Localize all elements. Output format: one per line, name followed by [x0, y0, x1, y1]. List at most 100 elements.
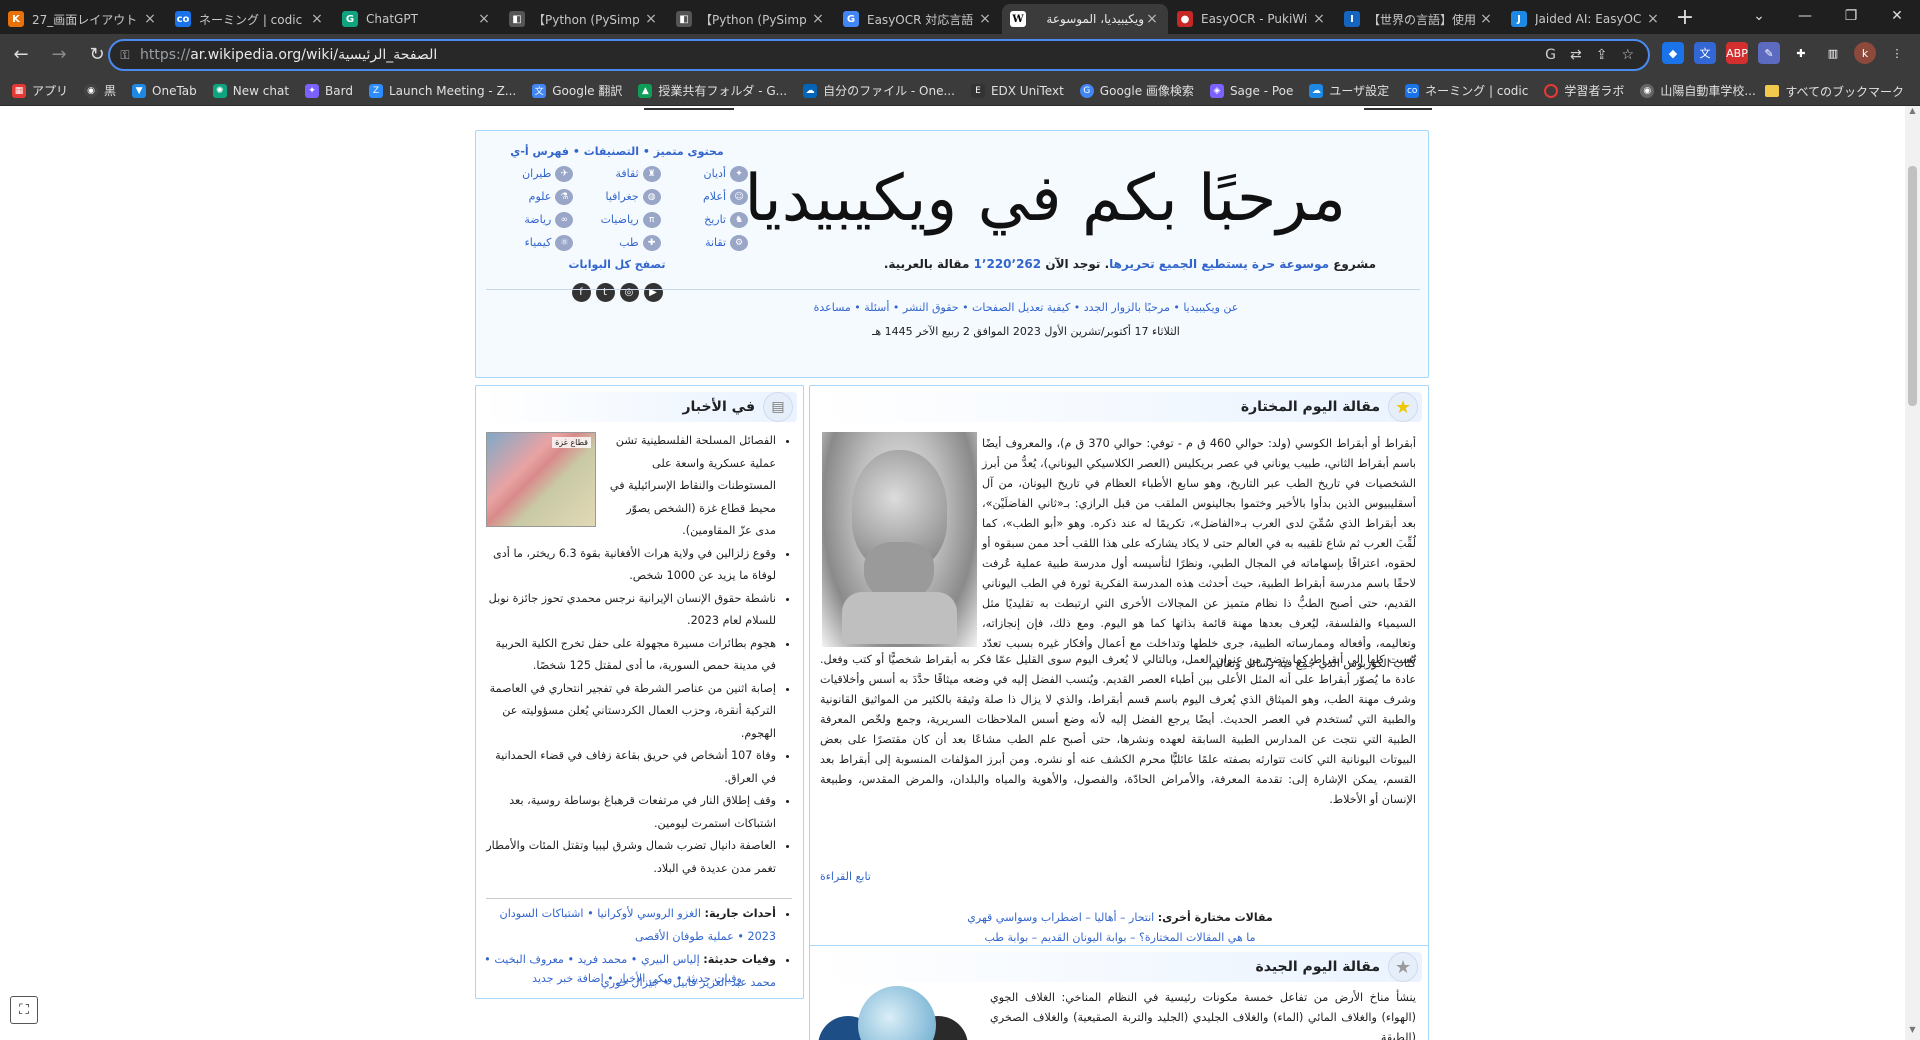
portal-link[interactable]: π رياضيات: [573, 210, 661, 229]
browser-tab[interactable]: K 27_画面レイアウト ×: [0, 4, 166, 34]
extensions-puzzle-icon[interactable]: ✚: [1790, 42, 1812, 64]
bookmark-item[interactable]: E EDX UniText: [970, 83, 1064, 98]
bookmark-item[interactable]: ◉ 黒: [84, 82, 116, 99]
news-item[interactable]: وقوع زلزالين في ولاية هرات الأفغانية بقو…: [484, 543, 776, 588]
adblock-icon[interactable]: ABP: [1726, 42, 1748, 64]
bookmark-item[interactable]: co ネーミング | codic: [1405, 82, 1528, 99]
browser-tab[interactable]: G ChatGPT ×: [334, 4, 500, 34]
url-text[interactable]: https://ar.wikipedia.org/wiki/الصفحة_الر…: [140, 47, 1545, 63]
read-more-link[interactable]: تابع القراءة: [820, 870, 1416, 883]
portal-top-links[interactable]: محتوى متميز • التصنيفات • فهرس أ-ي: [486, 145, 748, 158]
bookmark-item[interactable]: ✺ New chat: [212, 83, 289, 98]
portal-link[interactable]: ◍ جغرافيا: [573, 187, 661, 206]
site-info-icon[interactable]: ⚿: [110, 48, 140, 63]
twitter-icon[interactable]: t: [595, 283, 615, 302]
bookmark-item[interactable]: ✦ Bard: [305, 83, 353, 98]
google-lens-icon[interactable]: G: [1545, 47, 1556, 63]
featured-portal-links[interactable]: ما هي المقالات المختارة؟ – بوابة اليونان…: [984, 931, 1255, 944]
news-item[interactable]: وفاة 107 أشخاص في حريق بقاعة زفاف في قضا…: [484, 745, 776, 790]
bookmark-item[interactable]: ◉ 山陽自動車学校...: [1640, 82, 1756, 99]
portal-link[interactable]: ⚛ كيمياء: [486, 233, 574, 252]
close-tab-icon[interactable]: ×: [1478, 11, 1494, 27]
bookmark-item[interactable]: 学習者ラボ: [1544, 82, 1624, 99]
new-tab-button[interactable]: +: [1670, 4, 1700, 34]
page-scrollbar[interactable]: ▲ ▼: [1905, 106, 1920, 1040]
close-tab-icon[interactable]: ×: [810, 11, 826, 27]
browser-tab[interactable]: ● EasyOCR - PukiWi ×: [1169, 4, 1335, 34]
portal-link[interactable]: ✚ طب: [573, 233, 661, 252]
scrollbar-thumb[interactable]: [1908, 166, 1917, 406]
forward-icon[interactable]: →: [42, 38, 76, 72]
news-item[interactable]: العاصفة دانيال تضرب شمال وشرق ليبيا وتقت…: [484, 835, 776, 880]
browser-tab[interactable]: co ネーミング | codic ×: [167, 4, 333, 34]
portal-link[interactable]: ✈ طيران: [486, 164, 574, 183]
close-tab-icon[interactable]: ×: [1311, 11, 1327, 27]
portal-link[interactable]: ∞ رياضة: [486, 210, 574, 229]
back-icon[interactable]: ←: [4, 38, 38, 72]
browser-tab[interactable]: J Jaided AI: EasyOC ×: [1503, 4, 1669, 34]
bookmark-item[interactable]: ▼ OneTab: [132, 83, 197, 98]
scroll-up-icon[interactable]: ▲: [1905, 106, 1920, 121]
side-panel-icon[interactable]: ▥: [1822, 42, 1844, 64]
welcome-nav-links[interactable]: عن ويكيبيديا • مرحبًا بالزوار الجدد • كي…: [736, 301, 1316, 314]
extension-icon[interactable]: ◆: [1662, 42, 1684, 64]
close-tab-icon[interactable]: ×: [476, 11, 492, 27]
portal-link[interactable]: ✦ أديان: [661, 164, 748, 183]
climate-diagram-image[interactable]: [818, 986, 968, 1040]
bookmark-star-icon[interactable]: ☆: [1621, 47, 1634, 63]
good-article-header: ★ مقالة اليوم الجيدة: [816, 952, 1422, 982]
translate-icon[interactable]: ⇄: [1570, 47, 1582, 63]
scroll-down-icon[interactable]: ▼: [1905, 1025, 1920, 1040]
browser-tab-active[interactable]: W ويكيبيديا، الموسوعة ×: [1002, 4, 1168, 34]
news-item[interactable]: إصابة اثنين من عناصر الشرطة في تفجير انت…: [484, 678, 776, 746]
profile-avatar-icon[interactable]: k: [1854, 42, 1876, 64]
portal-link[interactable]: ⚙ تقانة: [661, 233, 748, 252]
browser-tab[interactable]: G EasyOCR 対応言語 ×: [835, 4, 1001, 34]
browser-tab[interactable]: ◧ 【Python (PySimp ×: [501, 4, 667, 34]
close-tab-icon[interactable]: ×: [1645, 11, 1661, 27]
address-bar[interactable]: ⚿ https://ar.wikipedia.org/wiki/الصفحة_ا…: [108, 39, 1650, 71]
close-tab-icon[interactable]: ×: [309, 11, 325, 27]
bookmark-item[interactable]: G Google 画像検索: [1079, 82, 1194, 99]
close-tab-icon[interactable]: ×: [643, 11, 659, 27]
bookmark-item[interactable]: Z Launch Meeting - Z...: [368, 83, 516, 98]
bookmark-item[interactable]: ◈ Sage - Poe: [1209, 83, 1293, 98]
portal-link[interactable]: ♞ تاريخ: [661, 210, 748, 229]
share-icon[interactable]: ⇪: [1596, 47, 1608, 63]
close-tab-icon[interactable]: ×: [142, 11, 158, 27]
facebook-icon[interactable]: f: [571, 283, 591, 302]
close-tab-icon[interactable]: ×: [977, 11, 993, 27]
bookmark-item[interactable]: ☁ ユーザ設定: [1309, 82, 1389, 99]
close-tab-icon[interactable]: ×: [1144, 11, 1160, 27]
translate-extension-icon[interactable]: 文: [1694, 42, 1716, 64]
news-item[interactable]: هجوم بطائرات مسيرة مجهولة على حفل تخرج ا…: [484, 633, 777, 678]
bookmark-item[interactable]: ▲ 授業共有フォルダ - G...: [638, 82, 787, 99]
close-window-icon[interactable]: ✕: [1874, 0, 1920, 34]
fullscreen-toggle-button[interactable]: ⛶: [10, 996, 38, 1024]
browser-tab[interactable]: ◧ 【Python (PySimp ×: [668, 4, 834, 34]
menu-icon[interactable]: ⋮: [1886, 42, 1908, 64]
free-encyclopedia-link[interactable]: موسوعة حرة يستطيع الجميع تحريرها: [1109, 257, 1329, 271]
portal-link[interactable]: ♜ ثقافة: [573, 164, 661, 183]
instagram-icon[interactable]: ◎: [619, 283, 639, 302]
tab-search-icon[interactable]: ⌄: [1736, 0, 1782, 34]
youtube-icon[interactable]: ▶: [643, 283, 663, 302]
minimize-icon[interactable]: —: [1782, 0, 1828, 34]
news-item[interactable]: الفصائل المسلحة الفلسطينية تشن عملية عسك…: [604, 430, 776, 543]
portal-link[interactable]: ⚗ علوم: [486, 187, 574, 206]
other-featured-links[interactable]: انتحار – أهاليا – اضطراب وسواسي قهري: [967, 911, 1154, 924]
browser-tab[interactable]: I 【世界の言語】使用 ×: [1336, 4, 1502, 34]
portal-link[interactable]: ☺ أعلام: [661, 187, 748, 206]
bookmark-item[interactable]: ▦ アプリ: [12, 82, 68, 99]
restore-icon[interactable]: ❐: [1828, 0, 1874, 34]
article-count[interactable]: 1٬220٬262: [974, 257, 1042, 271]
news-item[interactable]: ناشطة حقوق الإنسان الإيرانية نرجس محمدي …: [484, 588, 776, 633]
bookmark-item[interactable]: ☁ 自分のファイル - One...: [803, 82, 955, 99]
extension-icon[interactable]: ✎: [1758, 42, 1780, 64]
news-item[interactable]: وقف إطلاق النار في مرتفعات قرهباغ بوساطة…: [484, 790, 776, 835]
hippocrates-bust-image[interactable]: [822, 432, 977, 647]
news-footer-links[interactable]: وفيات حديثة • ويكي الأخبار • إضافة خبر ج…: [484, 972, 790, 985]
browse-all-portals-link[interactable]: تصفح كل البوابات: [486, 258, 748, 271]
all-bookmarks-button[interactable]: すべてのブックマーク: [1765, 76, 1904, 106]
bookmark-item[interactable]: 文 Google 翻訳: [532, 82, 622, 99]
